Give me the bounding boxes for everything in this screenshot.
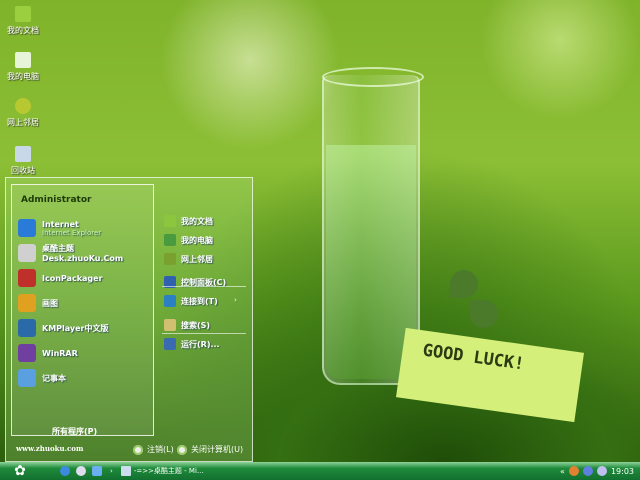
program-item[interactable]: IconPackager	[18, 268, 103, 288]
program-label: IconPackager	[42, 273, 103, 283]
my-documents-icon	[15, 6, 31, 22]
wallpaper-clover	[470, 300, 498, 328]
network-places-icon	[164, 253, 176, 265]
recycle-bin-icon	[15, 146, 31, 162]
program-label: WinRAR	[42, 348, 78, 358]
zhuoku-theme-icon	[18, 244, 36, 262]
desktop-icon-my-computer[interactable]: 我的电脑	[0, 52, 46, 82]
program-label: 记事本	[42, 373, 66, 383]
program-item[interactable]: 画图	[18, 293, 58, 313]
user-name: Administrator	[21, 195, 92, 205]
place-item[interactable]: 我的文档	[164, 213, 213, 229]
website-link: www.zhuoku.com	[16, 444, 84, 453]
program-item[interactable]: 记事本	[18, 368, 66, 388]
internet-explorer-icon[interactable]	[60, 466, 70, 476]
connect-to-icon	[164, 295, 176, 307]
program-sublabel: Internet Explorer	[42, 228, 102, 237]
desktop-icon[interactable]	[92, 466, 102, 476]
tray-icon[interactable]	[582, 466, 593, 476]
window-icon	[120, 466, 131, 476]
desktop-icon-my-documents[interactable]: 我的文档	[0, 6, 46, 36]
logoff-button[interactable]: 注销(L)	[133, 444, 174, 455]
shutdown-icon	[177, 444, 187, 455]
place-item[interactable]: 控制面板(C)	[164, 274, 226, 290]
logoff-icon	[133, 444, 143, 455]
start-button[interactable]: ✿	[10, 463, 30, 479]
my-computer-icon	[164, 234, 176, 246]
divider	[162, 333, 246, 334]
shutdown-button[interactable]: 关闭计算机(U)	[177, 444, 243, 455]
media-icon[interactable]	[76, 466, 86, 476]
notepad-icon	[18, 369, 36, 387]
search-icon	[164, 319, 176, 331]
all-programs-button[interactable]: 所有程序(P)	[52, 426, 97, 437]
internet-explorer-icon	[18, 219, 36, 237]
submenu-arrow-icon: ›	[234, 296, 237, 304]
tray-expand-icon[interactable]: «	[560, 467, 565, 476]
volume-icon[interactable]	[596, 466, 607, 476]
my-computer-icon	[15, 52, 31, 68]
place-item[interactable]: 连接到(T)	[164, 293, 218, 309]
paint-icon	[18, 294, 36, 312]
start-flower-icon: ✿	[14, 463, 26, 479]
program-label: 桌酷主题Desk.zhuoKu.Com	[42, 244, 124, 263]
winrar-icon	[18, 344, 36, 362]
start-menu: Administrator Internet Internet Explorer 桌…	[5, 177, 253, 462]
program-label: KMPlayer中文版	[42, 323, 109, 333]
desktop-icon-recycle-bin[interactable]: 回收站	[0, 146, 46, 176]
program-item[interactable]: KMPlayer中文版	[18, 318, 109, 338]
desktop-icon-network[interactable]: 网上邻居	[0, 98, 46, 128]
place-item[interactable]: 运行(R)...	[164, 336, 220, 352]
program-item[interactable]: WinRAR	[18, 343, 78, 363]
wallpaper-clover	[450, 270, 478, 298]
run-icon	[164, 338, 176, 350]
tray-icon[interactable]	[568, 466, 579, 476]
program-label: 画图	[42, 298, 58, 308]
taskbar-task-button[interactable]: -=>>桌酷主题 - Mi...	[120, 466, 204, 476]
taskbar: ✿ › -=>>桌酷主题 - Mi... « 19:03	[0, 462, 640, 480]
clock: 19:03	[610, 466, 634, 476]
quick-launch-chevron[interactable]: ›	[110, 467, 113, 475]
network-places-icon	[15, 98, 31, 114]
system-tray: « 19:03	[554, 462, 640, 480]
my-documents-icon	[164, 215, 176, 227]
kmplayer-icon	[18, 319, 36, 337]
place-item[interactable]: 我的电脑	[164, 232, 213, 248]
divider	[162, 286, 246, 287]
program-label: Internet Internet Explorer	[42, 219, 102, 237]
program-item[interactable]: Internet Internet Explorer	[18, 218, 101, 238]
program-item[interactable]: 桌酷主题Desk.zhuoKu.Com	[18, 243, 153, 263]
iconpackager-icon	[18, 269, 36, 287]
programs-panel: Administrator Internet Internet Explorer 桌…	[11, 184, 154, 436]
place-item[interactable]: 网上邻居	[164, 251, 213, 267]
place-item[interactable]: 搜索(S)	[164, 317, 210, 333]
